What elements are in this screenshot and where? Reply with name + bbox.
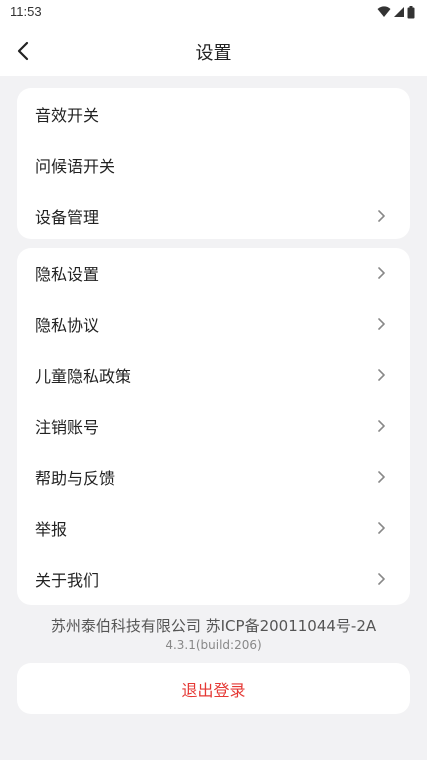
privacy-settings-label: 隐私设置 [35, 265, 100, 284]
signal-icon [394, 7, 404, 17]
device-management-item[interactable]: 设备管理 [17, 196, 410, 236]
chevron-right-icon [378, 267, 385, 279]
about-us-label: 关于我们 [35, 571, 100, 590]
wifi-icon [377, 6, 391, 17]
help-feedback-item[interactable]: 帮助与反馈 [17, 457, 410, 497]
status-time: 11:53 [10, 4, 42, 19]
navigation-bar: 设置 [0, 26, 427, 76]
greeting-switch-label: 问候语开关 [35, 157, 116, 176]
chevron-right-icon [378, 522, 385, 534]
children-privacy-policy-item[interactable]: 儿童隐私政策 [17, 355, 410, 395]
chevron-right-icon [378, 318, 385, 330]
children-privacy-policy-label: 儿童隐私政策 [35, 367, 132, 386]
privacy-agreement-label: 隐私协议 [35, 316, 100, 335]
sound-effect-label: 音效开关 [35, 106, 100, 125]
sound-effect-switch-item[interactable]: 音效开关 [17, 94, 410, 134]
report-item[interactable]: 举报 [17, 508, 410, 548]
about-us-item[interactable]: 关于我们 [17, 559, 410, 599]
chevron-right-icon [378, 471, 385, 483]
privacy-settings-item[interactable]: 隐私设置 [17, 253, 410, 293]
chevron-right-icon [378, 369, 385, 381]
logout-label: 退出登录 [181, 680, 246, 700]
cancel-account-label: 注销账号 [35, 418, 100, 437]
page-title: 设置 [195, 43, 232, 64]
status-icons [377, 5, 415, 19]
chevron-right-icon [378, 420, 385, 432]
settings-group-privacy: 隐私设置 隐私协议 儿童隐私政策 注销账号 帮助与反馈 举报 关于我们 [17, 248, 410, 605]
settings-group-general: 音效开关 问候语开关 设备管理 [17, 88, 410, 239]
greeting-switch-item[interactable]: 问候语开关 [17, 145, 410, 185]
report-label: 举报 [35, 520, 68, 539]
logout-button[interactable]: 退出登录 [17, 663, 410, 714]
device-management-label: 设备管理 [35, 208, 100, 227]
cancel-account-item[interactable]: 注销账号 [17, 406, 410, 446]
chevron-right-icon [378, 573, 385, 585]
help-feedback-label: 帮助与反馈 [35, 469, 116, 488]
status-bar: 11:53 [0, 0, 427, 26]
app-version: 4.3.1(build:206) [165, 638, 262, 652]
chevron-right-icon [378, 210, 385, 222]
battery-icon [407, 5, 415, 18]
company-icp-info: 苏州泰伯科技有限公司 苏ICP备20011044号-2A [50, 617, 377, 635]
privacy-agreement-item[interactable]: 隐私协议 [17, 304, 410, 344]
